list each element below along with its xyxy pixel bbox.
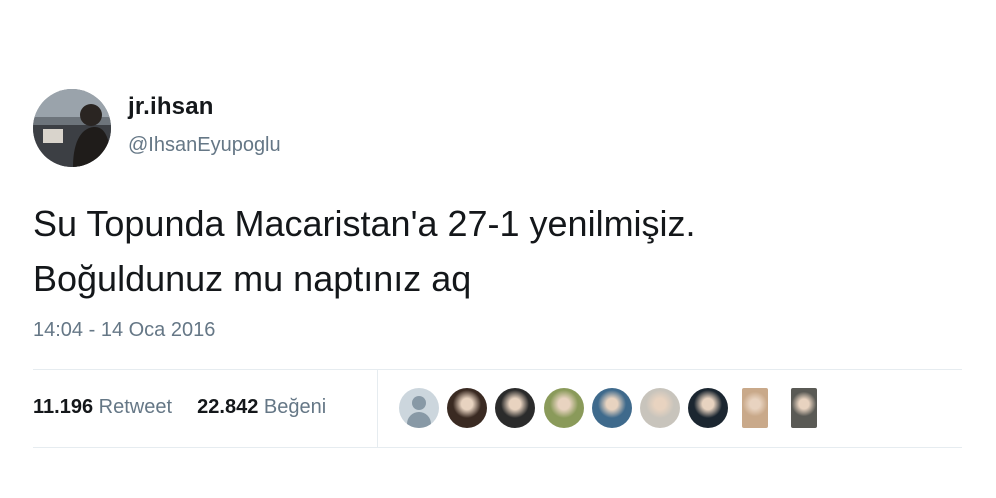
tweet-text: Su Topunda Macaristan'a 27-1 yenilmişiz.…	[33, 196, 953, 306]
liker-avatar[interactable]	[742, 388, 768, 428]
liker-avatar[interactable]	[399, 388, 439, 428]
liker-avatar[interactable]	[688, 388, 728, 428]
liker-avatar[interactable]	[495, 388, 535, 428]
tweet-card: jr.ihsan @IhsanEyupoglu Su Topunda Macar…	[0, 0, 996, 498]
retweet-label: Retweet	[98, 396, 173, 418]
tweet-text-line: Su Topunda Macaristan'a 27-1 yenilmişiz.	[33, 203, 696, 244]
display-name[interactable]: jr.ihsan	[128, 93, 214, 121]
like-label: Beğeni	[263, 396, 327, 418]
like-stat[interactable]: 22.842 Beğeni	[197, 396, 326, 418]
divider	[33, 447, 962, 448]
default-avatar-icon	[412, 396, 426, 410]
default-avatar-body	[407, 412, 431, 428]
retweet-count: 11.196	[33, 396, 94, 418]
divider	[33, 369, 962, 370]
user-handle[interactable]: @IhsanEyupoglu	[128, 134, 281, 157]
liker-avatar[interactable]	[791, 388, 817, 428]
avatar-photo-icon	[33, 89, 111, 167]
tweet-timestamp[interactable]: 14:04 - 14 Oca 2016	[33, 319, 215, 342]
profile-avatar[interactable]	[33, 89, 111, 167]
retweet-stat[interactable]: 11.196 Retweet	[33, 396, 178, 418]
liker-avatar[interactable]	[592, 388, 632, 428]
liker-avatar[interactable]	[447, 388, 487, 428]
tweet-text-line: Boğuldunuz mu naptınız aq	[33, 258, 472, 299]
stats-divider	[377, 370, 378, 447]
likers-list	[399, 388, 829, 430]
tweet-stats: 11.196 Retweet 22.842 Beğeni	[33, 396, 326, 419]
like-count: 22.842	[197, 396, 259, 418]
liker-avatar[interactable]	[544, 388, 584, 428]
liker-avatar[interactable]	[640, 388, 680, 428]
